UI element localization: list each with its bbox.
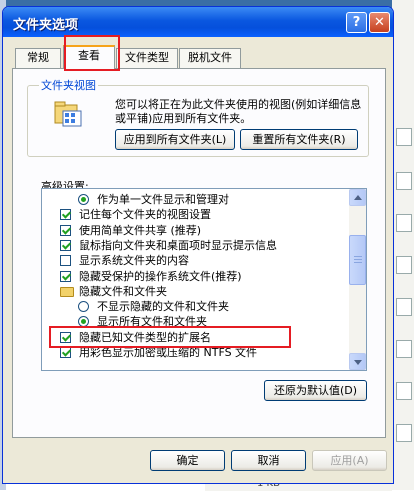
- scroll-up-arrow[interactable]: [349, 189, 366, 206]
- ok-button[interactable]: 确定: [150, 450, 225, 471]
- folder-views-title: 文件夹视图: [39, 77, 98, 93]
- highlight-view-tab: [64, 35, 120, 71]
- tree-item-label: 使用简单文件共享 (推荐): [79, 223, 202, 237]
- checked-checkbox-icon[interactable]: [60, 224, 71, 236]
- checked-checkbox-icon[interactable]: [60, 347, 71, 358]
- folder-options-dialog: 文件夹选项 ? ✕ 常规 查看 文件类型 脱机文件 文件夹视图 您可以将正在为此…: [2, 6, 394, 484]
- file-icon: [396, 424, 412, 442]
- reset-all-folders-button[interactable]: 重置所有文件夹(R): [240, 129, 358, 150]
- tab-offline-files[interactable]: 脱机文件: [179, 48, 241, 68]
- file-icon: [396, 172, 412, 190]
- selected-radio-icon[interactable]: [78, 194, 89, 205]
- folder-views-description: 您可以将正在为此文件夹使用的视图(例如详细信息或平铺)应用到所有文件夹。: [115, 98, 362, 125]
- apply-button: 应用(A): [312, 450, 387, 471]
- radio-icon[interactable]: [78, 301, 89, 313]
- file-icon: [396, 214, 412, 232]
- restore-defaults-button[interactable]: 还原为默认值(D): [264, 380, 367, 401]
- cancel-button[interactable]: 取消: [231, 450, 306, 471]
- tree-scrollbar[interactable]: [349, 189, 366, 370]
- checked-checkbox-icon[interactable]: [60, 239, 71, 251]
- file-icon: [396, 298, 412, 316]
- tree-item-label: 作为单一文件显示和管理对: [97, 193, 229, 206]
- background-file-list: [392, 0, 414, 490]
- checked-checkbox-icon[interactable]: [60, 270, 71, 282]
- tree-item-label: 不显示隐藏的文件和文件夹: [97, 300, 229, 314]
- scroll-thumb[interactable]: [349, 235, 366, 285]
- highlight-hide-extensions: [49, 326, 291, 348]
- apply-to-all-folders-button[interactable]: 应用到所有文件夹(L): [115, 129, 235, 150]
- help-button[interactable]: ?: [346, 12, 367, 33]
- file-icon: [396, 256, 412, 274]
- checked-checkbox-icon[interactable]: [60, 209, 71, 221]
- file-icon: [396, 382, 412, 400]
- tree-item-label: 显示系统文件夹的内容: [79, 254, 189, 268]
- tree-item-label: 隐藏受保护的操作系统文件(推荐): [79, 269, 242, 283]
- tab-general[interactable]: 常规: [15, 48, 61, 68]
- tree-item-label: 隐藏文件和文件夹: [79, 284, 167, 298]
- unchecked-checkbox-icon[interactable]: [60, 255, 71, 267]
- window-title: 文件夹选项: [13, 18, 79, 33]
- tree-item-label: 记住每个文件夹的视图设置: [79, 208, 211, 222]
- scroll-down-arrow[interactable]: [349, 353, 366, 370]
- file-icon: [396, 128, 412, 146]
- close-button[interactable]: ✕: [369, 12, 390, 33]
- folder-view-icon: [54, 101, 82, 127]
- file-icon: [396, 340, 412, 358]
- titlebar[interactable]: 文件夹选项 ? ✕: [3, 7, 393, 37]
- tree-item-label: 鼠标指向文件夹和桌面项时显示提示信息: [79, 238, 277, 252]
- tab-file-types[interactable]: 文件类型: [116, 48, 178, 68]
- folder-icon: [60, 286, 74, 297]
